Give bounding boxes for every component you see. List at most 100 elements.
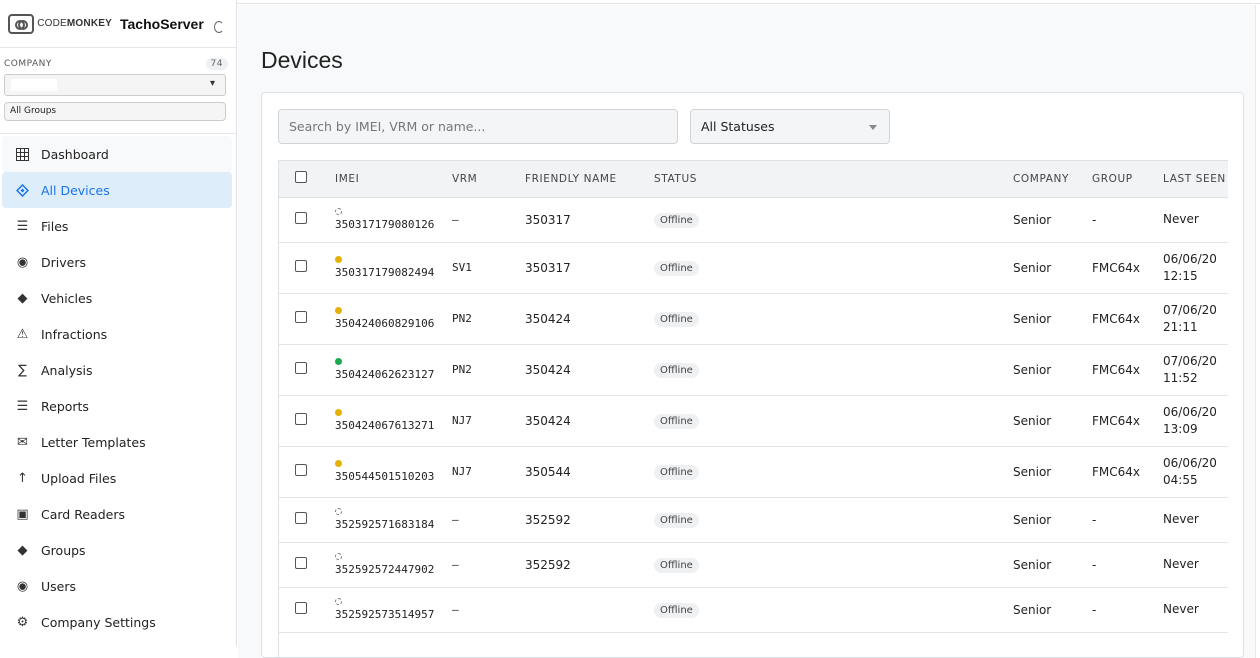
sidebar-item-analysis[interactable]: ∑ Analysis	[2, 352, 232, 388]
vrm-cell: –	[452, 197, 525, 243]
table-row[interactable]: 352592573514957 – Offline Senior - Never	[279, 587, 1228, 633]
row-checkbox[interactable]	[295, 311, 307, 323]
record-icon: ◉	[16, 254, 29, 270]
sidebar-item-reports[interactable]: ☰ Reports	[2, 388, 232, 424]
devices-card: Search by IMEI, VRM or name... All Statu…	[261, 92, 1244, 658]
group-cell: FMC64x	[1092, 344, 1163, 396]
diamond-outline-icon	[15, 183, 30, 198]
sidebar-item-label: Card Readers	[41, 506, 125, 522]
sidebar-item-groups[interactable]: ◆ Groups	[2, 532, 232, 568]
table-row[interactable]: 350424062623127 PN2 350424 Offline Senior FMC…	[279, 344, 1228, 396]
row-checkbox[interactable]	[295, 260, 307, 272]
sidebar-item-label: All Devices	[41, 182, 110, 198]
status-badge: Offline	[654, 557, 699, 573]
select-all-checkbox[interactable]	[295, 171, 307, 184]
vertical-scrollbar[interactable]	[1255, 5, 1260, 658]
row-checkbox[interactable]	[295, 212, 307, 224]
row-checkbox[interactable]	[295, 557, 307, 569]
last-seen-date: Never	[1163, 512, 1199, 526]
imei-cell[interactable]: 350317179082494	[335, 266, 434, 279]
company-logo[interactable]: CODEMONKEY	[8, 12, 112, 36]
imei-cell[interactable]: 352592573514957	[335, 608, 434, 621]
imei-cell[interactable]: 350424067613271	[335, 419, 434, 432]
column-header-last-seen[interactable]: LAST SEEN	[1163, 161, 1228, 198]
table-row[interactable]: 352592571683184 –352592 Offline Senior - Neve…	[279, 497, 1228, 543]
sidebar-item-users[interactable]: ◉ Users	[2, 568, 232, 604]
vrm-cell: NJ7	[452, 395, 525, 447]
table-row[interactable]: 350317179082494 SV1 350317 Offline Senior FMC…	[279, 242, 1228, 294]
company-cell: Senior	[1013, 542, 1092, 588]
column-header-vrm[interactable]: VRM	[452, 161, 525, 198]
company-cell: Senior	[1013, 197, 1092, 243]
status-dot-icon	[335, 409, 342, 416]
sidebar-item-label: Vehicles	[41, 290, 93, 306]
column-header-friendly-name[interactable]: FRIENDLY NAME	[525, 161, 654, 198]
column-header-group[interactable]: GROUP	[1092, 161, 1163, 198]
table-row[interactable]: 350317179080126 –350317 Offline Senior - Neve…	[279, 197, 1228, 243]
sidebar-item-infractions[interactable]: ⚠ Infractions	[2, 316, 232, 352]
row-checkbox[interactable]	[295, 512, 307, 524]
sidebar-item-dashboard[interactable]: Dashboard	[2, 136, 232, 172]
table-row[interactable]: 350424067613271 NJ7 350424 Offline Senior FMC…	[279, 395, 1228, 447]
sidebar-item-label: Letter Templates	[41, 434, 146, 450]
sigma-icon: ∑	[18, 362, 27, 378]
group-cell: -	[1092, 542, 1163, 588]
sidebar-item-letter-templates[interactable]: ✉ Letter Templates	[2, 424, 232, 460]
vrm-cell: NJ7	[452, 446, 525, 498]
friendly-name-cell: 350424	[525, 344, 654, 396]
sidebar-item-card-readers[interactable]: ▣ Card Readers	[2, 496, 232, 532]
row-checkbox[interactable]	[295, 464, 307, 476]
imei-cell[interactable]: 350317179080126	[335, 218, 434, 231]
imei-cell[interactable]: 352592572447902	[335, 563, 434, 576]
devices-table: IMEI VRM FRIENDLY NAME STATUS COMPANY GR…	[278, 160, 1228, 657]
imei-cell[interactable]: 350544501510203	[335, 470, 434, 483]
last-seen-time: 12:15	[1163, 268, 1198, 283]
sidebar-item-label: Users	[41, 578, 77, 594]
row-checkbox[interactable]	[295, 413, 307, 425]
sidebar-item-label: Reports	[41, 398, 89, 414]
company-cell: Senior	[1013, 293, 1092, 345]
sidebar-item-vehicles[interactable]: ◆ Vehicles	[2, 280, 232, 316]
status-dot-icon	[335, 256, 342, 263]
company-cell: Senior	[1013, 242, 1092, 294]
table-row[interactable]	[279, 632, 1228, 657]
table-row[interactable]: 350544501510203 NJ7 350544 Offline Senior FMC…	[279, 446, 1228, 498]
column-header-company[interactable]: COMPANY	[1013, 161, 1092, 198]
last-seen-time: 11:52	[1163, 370, 1198, 385]
friendly-name-cell: 350544	[525, 446, 654, 498]
table-row[interactable]: 350424060829106 PN2 350424 Offline Senior FMC…	[279, 293, 1228, 345]
company-cell: Senior	[1013, 395, 1092, 447]
search-input[interactable]: Search by IMEI, VRM or name...	[278, 109, 678, 144]
status-filter-select[interactable]: All Statuses	[690, 109, 890, 144]
sidebar-item-company-settings[interactable]: ⚙ Company Settings	[2, 604, 232, 640]
gear-icon: ⚙	[16, 614, 29, 630]
column-header-status[interactable]: STATUS	[654, 161, 1013, 198]
imei-cell[interactable]: 350424062623127	[335, 368, 434, 381]
friendly-name-cell: 350317	[525, 197, 654, 243]
column-header-imei[interactable]: IMEI	[323, 161, 452, 198]
list-icon: ☰	[16, 218, 29, 234]
brand-header: CODEMONKEY TachoServer	[0, 0, 236, 48]
imei-cell[interactable]: 350424060829106	[335, 317, 434, 330]
company-cell: Senior	[1013, 587, 1092, 633]
sidebar-item-label: Drivers	[41, 254, 86, 270]
group-select[interactable]: All Groups	[4, 102, 226, 121]
sidebar-item-drivers[interactable]: ◉ Drivers	[2, 244, 232, 280]
status-badge: Offline	[654, 260, 699, 276]
company-select[interactable]: ▾	[4, 74, 226, 96]
imei-cell[interactable]: 352592571683184	[335, 518, 434, 531]
status-dot-icon	[335, 208, 342, 215]
company-label: COMPANY	[4, 59, 52, 69]
diamond-icon: ◆	[17, 290, 28, 306]
table-row[interactable]: 352592572447902 –352592 Offline Senior - Neve…	[279, 542, 1228, 588]
sidebar: CODEMONKEY TachoServer COMPANY 74 ▾ All …	[0, 0, 237, 646]
row-checkbox[interactable]	[295, 362, 307, 374]
sidebar-item-files[interactable]: ☰ Files	[2, 208, 232, 244]
row-checkbox[interactable]	[295, 602, 307, 614]
sidebar-item-upload-files[interactable]: ↑ Upload Files	[2, 460, 232, 496]
table-header-row: IMEI VRM FRIENDLY NAME STATUS COMPANY GR…	[279, 161, 1228, 198]
table-body: 350317179080126–350317 Offline Senior - Neve…	[279, 197, 1228, 657]
theme-toggle-icon[interactable]	[214, 21, 224, 33]
status-dot-icon	[335, 460, 342, 467]
sidebar-item-all-devices[interactable]: All Devices	[2, 172, 232, 208]
